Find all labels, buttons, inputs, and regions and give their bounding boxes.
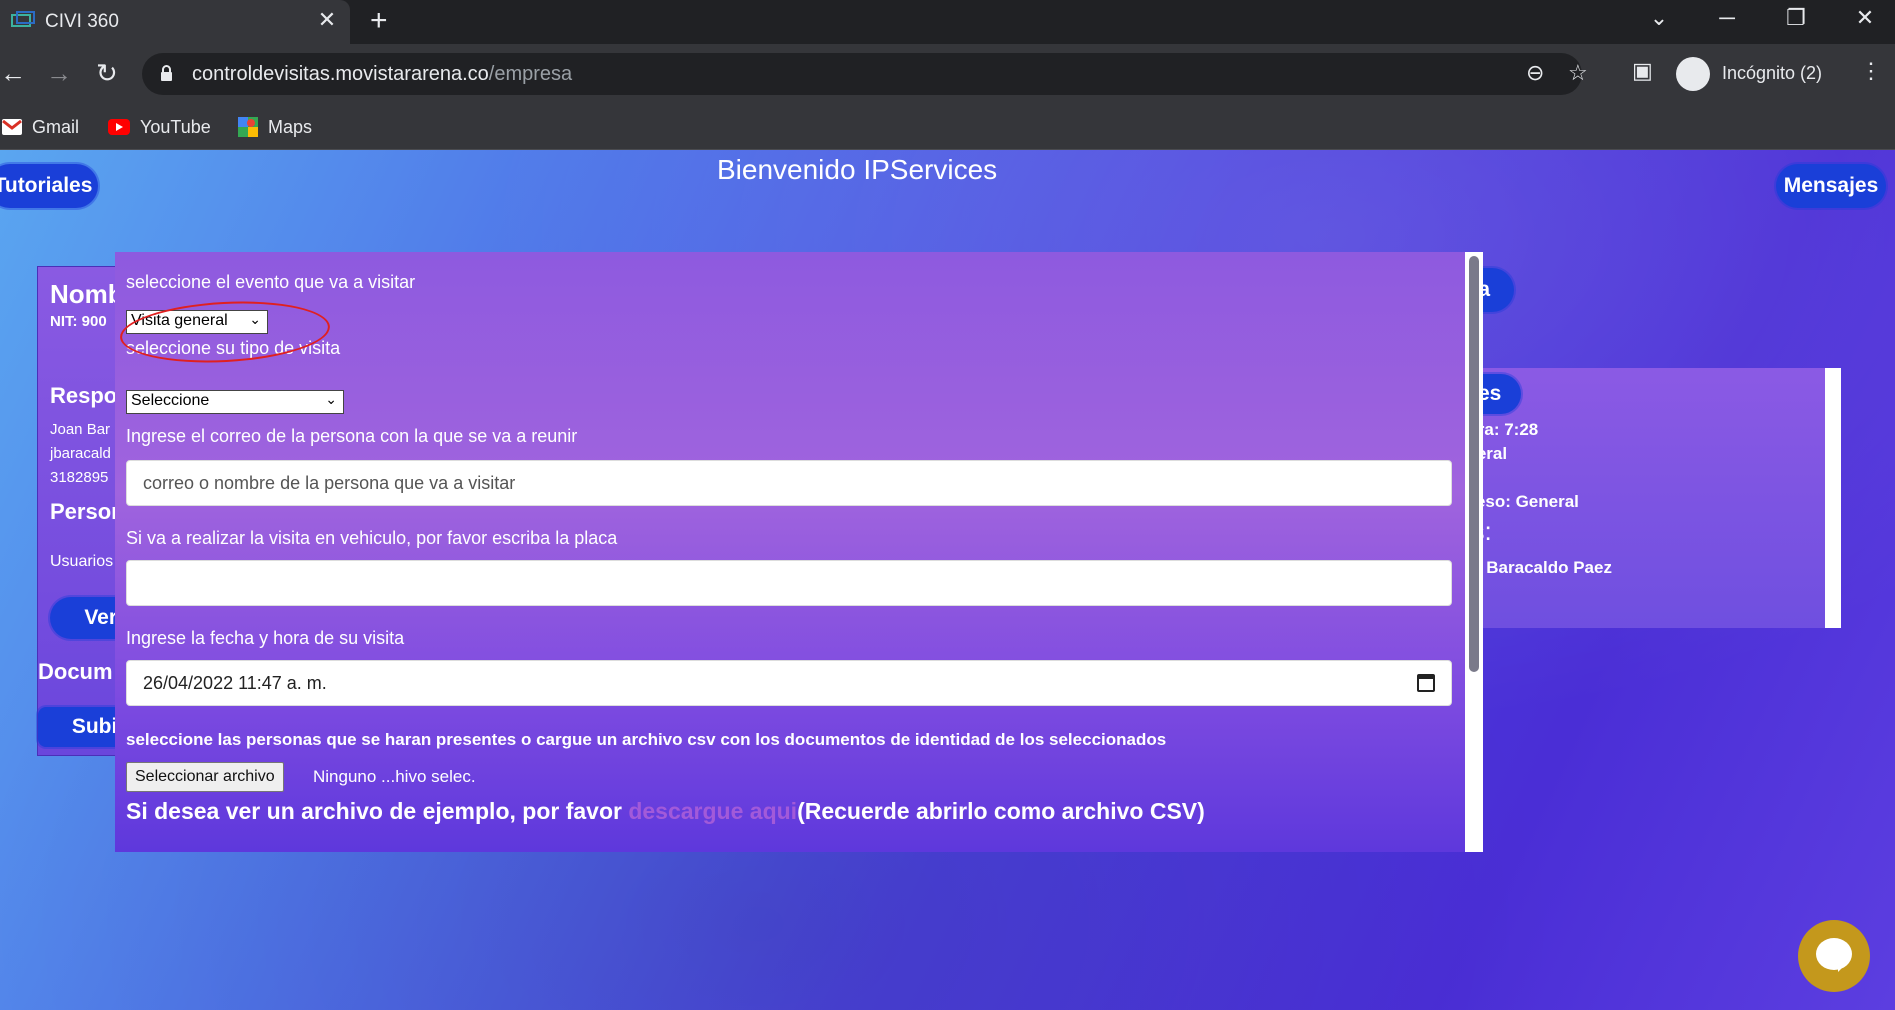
personas-heading: Persor xyxy=(50,499,120,524)
gmail-icon xyxy=(2,119,22,135)
chat-tail xyxy=(1838,962,1848,972)
zoom-icon[interactable]: ⊖ xyxy=(1526,60,1544,86)
back-icon[interactable]: ← xyxy=(0,58,26,88)
menu-kebab-icon[interactable]: ⋮ xyxy=(1860,58,1882,84)
bookmark-maps[interactable]: Maps xyxy=(238,112,312,142)
evento-label: seleccione el evento que va a visitar xyxy=(126,272,416,292)
usuarios-text: Usuarios xyxy=(50,553,114,570)
new-tab-button[interactable]: + xyxy=(370,6,388,36)
personas-label: seleccione las personas que se haran pre… xyxy=(126,730,1167,749)
company-nit: NIT: 900 xyxy=(50,313,107,330)
browser-tab[interactable]: CIVI 360 ✕ xyxy=(0,0,350,44)
tipo-visita-select[interactable]: Seleccione ⌄ xyxy=(126,390,344,414)
chevron-down-icon: ⌄ xyxy=(325,391,337,407)
welcome-title: Bienvenido IPServices xyxy=(717,154,998,185)
page-content: Tutoriales Bienvenido IPServices Mensaje… xyxy=(0,150,1895,1010)
lock-icon xyxy=(161,65,172,81)
tab-search-icon[interactable]: ⌄ xyxy=(1644,6,1674,30)
scrollbar-thumb[interactable] xyxy=(1469,256,1479,672)
bookmark-gmail[interactable]: Gmail xyxy=(2,112,79,142)
civi-favicon-icon xyxy=(11,11,35,27)
fecha-hora-input[interactable]: 26/04/2022 11:47 a. m. xyxy=(126,660,1452,706)
minimize-icon[interactable]: ─ xyxy=(1712,6,1742,30)
url-text: controldevisitas.movistararena.co/empres… xyxy=(192,63,573,85)
media-router-icon[interactable]: ▣ xyxy=(1632,58,1653,84)
file-upload-button[interactable]: Seleccionar archivo xyxy=(126,762,284,792)
new-visit-modal: seleccione el evento que va a visitar Vi… xyxy=(115,252,1483,852)
bookmarks-bar: Gmail YouTube Maps xyxy=(0,104,1895,150)
company-name-heading: Nomb xyxy=(50,279,124,309)
fecha-label: Ingrese la fecha y hora de su visita xyxy=(126,628,405,648)
maps-icon xyxy=(238,117,258,137)
calendar-icon[interactable] xyxy=(1417,674,1435,692)
incognito-label: Incógnito (2) xyxy=(1722,63,1823,83)
youtube-icon xyxy=(108,119,130,135)
example-file-line: Si desea ver un archivo de ejemplo, por … xyxy=(126,798,1205,824)
download-example-link[interactable]: descargue aqui xyxy=(628,798,797,824)
visit-details-card: alles hora: 7:28 eneral n: cceso: Genera… xyxy=(1435,368,1841,628)
responsable-heading: Respo xyxy=(50,383,118,408)
tutoriales-button[interactable]: Tutoriales xyxy=(0,164,98,208)
tab-close-icon[interactable]: ✕ xyxy=(315,8,339,32)
file-name-text: Ninguno ...hivo selec. xyxy=(313,767,476,786)
browser-toolbar: ← → ↻ controldevisitas.movistararena.co/… xyxy=(0,44,1895,104)
reload-icon[interactable]: ↻ xyxy=(96,58,118,88)
bookmark-youtube[interactable]: YouTube xyxy=(108,112,211,142)
bookmark-star-icon[interactable]: ☆ xyxy=(1568,60,1588,86)
placa-label: Si va a realizar la visita en vehiculo, … xyxy=(126,528,618,548)
incognito-indicator[interactable]: Incógnito (2) xyxy=(1676,53,1836,95)
responsable-name: Joan Bar xyxy=(50,421,111,438)
close-window-icon[interactable]: ✕ xyxy=(1850,6,1880,30)
browser-tabstrip: CIVI 360 ✕ + ⌄ ─ ❐ ✕ xyxy=(0,0,1895,44)
documentos-heading: Docum xyxy=(38,659,113,684)
chat-button[interactable] xyxy=(1798,920,1870,992)
modal-scrollbar[interactable] xyxy=(1465,252,1483,852)
incognito-icon xyxy=(1676,57,1710,91)
forward-icon[interactable]: → xyxy=(46,58,72,88)
tab-title: CIVI 360 xyxy=(45,11,119,32)
responsable-phone: 3182895 xyxy=(50,469,109,486)
restore-icon[interactable]: ❐ xyxy=(1781,6,1811,30)
correo-label: Ingrese el correo de la persona con la q… xyxy=(126,426,578,446)
address-bar[interactable]: controldevisitas.movistararena.co/empres… xyxy=(142,53,1588,95)
responsable-email: jbaracald xyxy=(50,445,111,462)
placa-input[interactable] xyxy=(126,560,1452,606)
correo-input[interactable]: correo o nombre de la persona que va a v… xyxy=(126,460,1452,506)
mensajes-button[interactable]: Mensajes xyxy=(1776,164,1886,208)
